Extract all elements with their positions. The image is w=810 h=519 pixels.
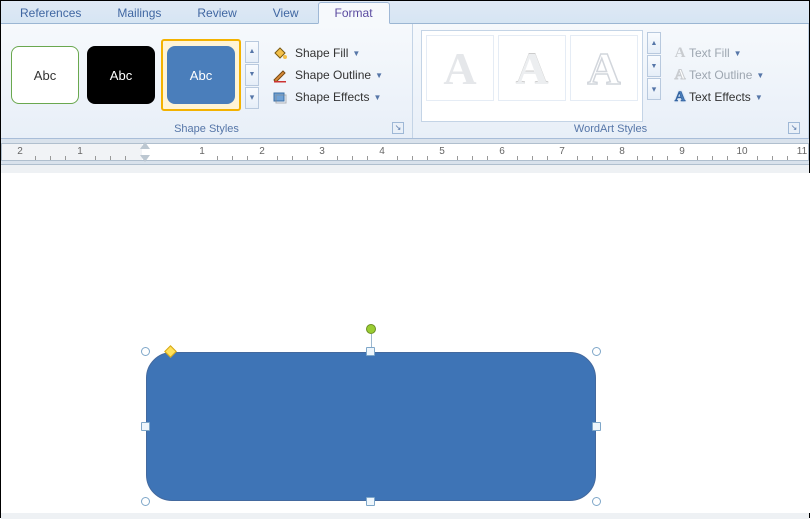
wordart-styles-dialog-launcher[interactable]: ↘ [788, 122, 800, 134]
ruler-number: 11 [797, 146, 807, 157]
shape-style-thumb-selected[interactable]: Abc [161, 39, 241, 111]
ruler-number: 1 [77, 146, 83, 157]
wordart-gallery[interactable]: A A A [421, 30, 643, 122]
resize-handle-top[interactable] [366, 347, 375, 356]
text-fill-label: Text Fill [689, 46, 730, 60]
text-outline-button[interactable]: A Text Outline ▼ [667, 64, 768, 86]
dropdown-icon: ▼ [755, 93, 763, 102]
wordart-gallery-scroll: ▲ ▼ ▾ [647, 32, 663, 122]
gallery-scroll-down[interactable]: ▼ [647, 55, 661, 77]
group-label-text: Shape Styles [174, 123, 239, 135]
shape-effects-label: Shape Effects [295, 90, 370, 104]
group-wordart-styles: A A A ▲ ▼ ▾ A Text Fill ▼ A Text [413, 24, 809, 138]
text-fill-button[interactable]: A Text Fill ▼ [667, 42, 768, 64]
rounded-rectangle-shape[interactable] [146, 352, 596, 501]
dropdown-icon: ▼ [374, 93, 382, 102]
resize-handle-top-right[interactable] [592, 347, 601, 356]
text-effects-button[interactable]: A Text Effects ▼ [667, 86, 768, 108]
first-line-indent-marker[interactable] [140, 142, 150, 149]
gallery-more[interactable]: ▾ [647, 78, 661, 100]
rotation-connector [371, 334, 372, 347]
tab-view[interactable]: View [256, 2, 316, 23]
wordart-thumb-3[interactable]: A [570, 35, 638, 101]
ruler-number: 2 [17, 146, 23, 157]
shape-effects-button[interactable]: Shape Effects ▼ [267, 86, 387, 108]
shape-outline-button[interactable]: Shape Outline ▼ [267, 64, 387, 86]
shape-styles-dialog-launcher[interactable]: ↘ [392, 122, 404, 134]
group-label-text: WordArt Styles [574, 123, 647, 135]
shape-style-buttons: Shape Fill ▼ Shape Outline ▼ Shape Effec… [267, 28, 387, 122]
ruler-number: 10 [736, 146, 747, 157]
shape-style-gallery-scroll: ▲ ▼ ▾ [245, 41, 261, 110]
tab-format[interactable]: Format [318, 2, 390, 24]
shape-style-thumb-3: Abc [167, 46, 235, 104]
resize-handle-left[interactable] [141, 422, 150, 431]
shape-style-thumb-1[interactable]: Abc [11, 46, 79, 104]
text-effects-label: Text Effects [689, 90, 751, 104]
ruler-number: 6 [499, 146, 505, 157]
shape-fill-button[interactable]: Shape Fill ▼ [267, 42, 387, 64]
gallery-scroll-up[interactable]: ▲ [245, 41, 259, 63]
ruler-number: 8 [619, 146, 625, 157]
dropdown-icon: ▼ [352, 49, 360, 58]
shape-style-gallery[interactable]: Abc Abc Abc ▲ ▼ ▾ [7, 28, 261, 122]
wordart-thumb-2[interactable]: A [498, 35, 566, 101]
pen-outline-icon [271, 67, 289, 83]
dropdown-icon: ▼ [756, 71, 764, 80]
shape-fill-label: Shape Fill [295, 46, 348, 60]
ribbon: Abc Abc Abc ▲ ▼ ▾ Shape Fill ▼ [1, 24, 809, 139]
horizontal-ruler[interactable]: 211234567891011 [1, 139, 809, 165]
text-outline-icon: A [671, 67, 689, 83]
ruler-number: 9 [679, 146, 685, 157]
gallery-more[interactable]: ▾ [245, 87, 259, 109]
text-effects-icon: A [671, 89, 689, 105]
ribbon-tabbar: References Mailings Review View Format [1, 1, 809, 24]
group-label-shape-styles: Shape Styles ↘ [7, 122, 406, 136]
ruler-number: 4 [379, 146, 385, 157]
shape-outline-label: Shape Outline [295, 68, 371, 82]
tab-mailings[interactable]: Mailings [100, 2, 178, 23]
group-label-wordart-styles: WordArt Styles ↘ [419, 122, 802, 136]
text-fill-icon: A [671, 45, 689, 61]
wordart-thumb-1[interactable]: A [426, 35, 494, 101]
ruler-number: 5 [439, 146, 445, 157]
resize-handle-top-left[interactable] [141, 347, 150, 356]
selected-shape[interactable] [146, 352, 596, 501]
hanging-indent-marker[interactable] [140, 155, 150, 162]
ruler-number: 7 [559, 146, 565, 157]
dropdown-icon: ▼ [734, 49, 742, 58]
effects-icon [271, 89, 289, 105]
resize-handle-bottom-left[interactable] [141, 497, 150, 506]
gallery-scroll-down[interactable]: ▼ [245, 64, 259, 86]
tab-review[interactable]: Review [180, 2, 253, 23]
bucket-icon [271, 45, 289, 61]
tab-references[interactable]: References [3, 2, 98, 23]
ruler-number: 1 [199, 146, 205, 157]
gallery-scroll-up[interactable]: ▲ [647, 32, 661, 54]
resize-handle-bottom-right[interactable] [592, 497, 601, 506]
ruler-number: 3 [319, 146, 325, 157]
resize-handle-right[interactable] [592, 422, 601, 431]
text-outline-label: Text Outline [689, 68, 752, 82]
shape-style-thumb-2[interactable]: Abc [87, 46, 155, 104]
resize-handle-bottom[interactable] [366, 497, 375, 506]
ruler-number: 2 [259, 146, 265, 157]
group-shape-styles: Abc Abc Abc ▲ ▼ ▾ Shape Fill ▼ [1, 24, 413, 138]
text-style-buttons: A Text Fill ▼ A Text Outline ▼ A Text Ef… [667, 28, 768, 122]
dropdown-icon: ▼ [375, 71, 383, 80]
rotation-handle[interactable] [366, 324, 376, 334]
